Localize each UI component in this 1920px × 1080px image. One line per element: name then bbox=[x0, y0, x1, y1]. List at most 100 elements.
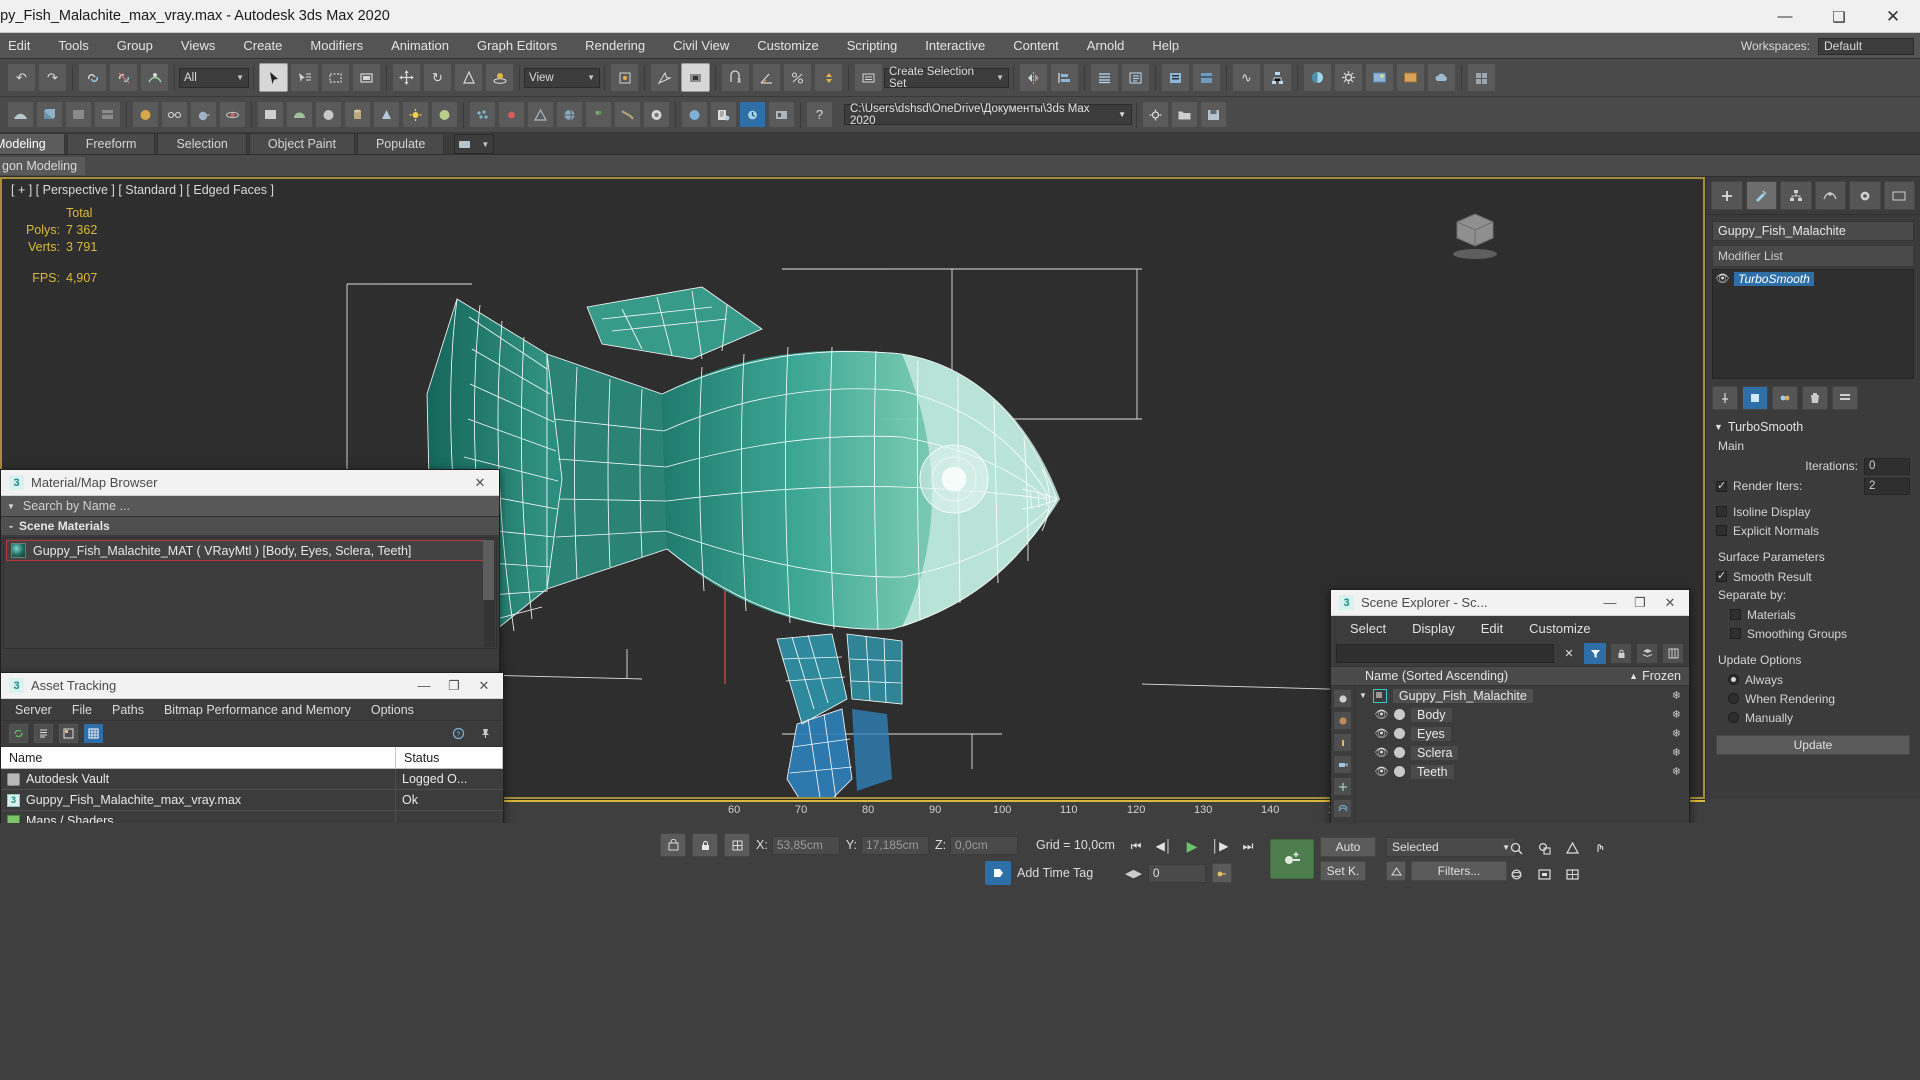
smooth-result-row[interactable]: Smooth Result bbox=[1716, 567, 1910, 586]
select-all-icon[interactable] bbox=[1333, 689, 1352, 708]
sphere-blue-icon[interactable] bbox=[681, 101, 708, 128]
render-in-cloud-button[interactable] bbox=[1427, 63, 1456, 92]
y-field[interactable]: 17,185cm bbox=[860, 835, 929, 855]
filter-icon[interactable] bbox=[1584, 642, 1606, 664]
cylinder-icon[interactable] bbox=[344, 101, 371, 128]
selection-lock-toggle[interactable] bbox=[660, 833, 686, 857]
tree-node-root[interactable]: ▼ Guppy_Fish_Malachite ❄ bbox=[1355, 686, 1689, 705]
menu-item-animation[interactable]: Animation bbox=[377, 33, 463, 59]
tree-node-child[interactable]: 👁 Body ❄ bbox=[1355, 705, 1689, 724]
select-and-manipulate-button[interactable] bbox=[650, 63, 679, 92]
close-icon[interactable]: ✕ bbox=[465, 470, 495, 495]
materials-checkbox[interactable] bbox=[1730, 609, 1741, 620]
make-unique-icon[interactable] bbox=[1772, 386, 1798, 410]
selection-filter-combo[interactable]: All ▼ bbox=[179, 67, 249, 88]
unlink-selection-button[interactable] bbox=[109, 63, 138, 92]
ribbon-options-combo[interactable]: ▼ bbox=[454, 134, 495, 154]
menu-item-server[interactable]: Server bbox=[5, 703, 62, 717]
column-header-name[interactable]: Name bbox=[1, 747, 396, 768]
time-tag-row[interactable]: Add Time Tag bbox=[985, 861, 1093, 885]
scene-materials-group-header[interactable]: - Scene Materials bbox=[1, 517, 499, 535]
frozen-snowflake-icon[interactable]: ❄ bbox=[1672, 727, 1681, 740]
manage-links-icon[interactable] bbox=[768, 101, 795, 128]
explicit-normals-checkbox[interactable] bbox=[1716, 525, 1727, 536]
table-row[interactable]: 3 Guppy_Fish_Malachite_max_vray.max Ok bbox=[1, 790, 503, 811]
node-name[interactable]: Body bbox=[1411, 707, 1452, 722]
sphere-green-icon[interactable] bbox=[431, 101, 458, 128]
minimize-icon[interactable]: — bbox=[409, 673, 439, 698]
select-helpers-icon[interactable] bbox=[1333, 777, 1352, 796]
layer-explorer-button[interactable] bbox=[1090, 63, 1119, 92]
close-icon[interactable]: ✕ bbox=[469, 673, 499, 698]
modifier-stack-item[interactable]: 👁 TurboSmooth bbox=[1713, 270, 1913, 287]
render-production-button[interactable] bbox=[1396, 63, 1425, 92]
menu-item-arnold[interactable]: Arnold bbox=[1073, 33, 1139, 59]
key-selection-combo[interactable]: Selected ▼ bbox=[1386, 837, 1516, 857]
update-always-radio[interactable] bbox=[1728, 674, 1739, 685]
column-header-status[interactable]: Status bbox=[396, 747, 503, 768]
menu-item-interactive[interactable]: Interactive bbox=[911, 33, 999, 59]
grid-view-icon[interactable] bbox=[84, 724, 103, 743]
update-manually-row[interactable]: Manually bbox=[1716, 708, 1910, 727]
select-by-name-button[interactable] bbox=[290, 63, 319, 92]
spinner-arrows-icon[interactable]: ◀▶ bbox=[1125, 867, 1142, 880]
next-frame-icon[interactable]: │▶ bbox=[1209, 835, 1231, 857]
z-field[interactable]: 0,0cm bbox=[950, 835, 1019, 855]
workspaces-combo[interactable]: Default bbox=[1818, 37, 1914, 55]
menu-item-display[interactable]: Display bbox=[1399, 621, 1468, 636]
ribbon-subtab-polygon-modeling[interactable]: gon Modeling bbox=[0, 156, 86, 175]
eye-icon[interactable]: 👁 bbox=[1375, 765, 1389, 778]
rope-icon[interactable] bbox=[614, 101, 641, 128]
smoothing-groups-checkbox[interactable] bbox=[1730, 628, 1741, 639]
scene-explorer-search-input[interactable] bbox=[1336, 643, 1554, 663]
minimize-icon[interactable]: — bbox=[1595, 590, 1625, 615]
ribbon-tab-selection[interactable]: Selection bbox=[157, 133, 247, 154]
select-and-rotate-button[interactable]: ↻ bbox=[423, 63, 452, 92]
particles-icon[interactable] bbox=[469, 101, 496, 128]
zoom-all-icon[interactable] bbox=[1533, 837, 1555, 859]
go-to-end-icon[interactable]: ⏭ bbox=[1237, 835, 1259, 857]
tree-node-child[interactable]: 👁 Teeth ❄ bbox=[1355, 762, 1689, 781]
spinner-snap-toggle-button[interactable] bbox=[814, 63, 843, 92]
menu-item-rendering[interactable]: Rendering bbox=[571, 33, 659, 59]
menu-item-file[interactable]: File bbox=[62, 703, 102, 717]
close-icon[interactable]: ✕ bbox=[1655, 590, 1685, 615]
scene-explorer-button[interactable] bbox=[1121, 63, 1150, 92]
select-and-link-button[interactable] bbox=[78, 63, 107, 92]
rollout-title-row[interactable]: ▼ TurboSmooth bbox=[1706, 417, 1920, 437]
remove-modifier-icon[interactable] bbox=[1802, 386, 1828, 410]
layer-list-icon[interactable] bbox=[1636, 642, 1658, 664]
modify-tab[interactable] bbox=[1745, 181, 1777, 210]
menu-item-select[interactable]: Select bbox=[1337, 621, 1399, 636]
edit-named-selection-sets-button[interactable] bbox=[854, 63, 883, 92]
select-and-move-button[interactable] bbox=[392, 63, 421, 92]
x-field[interactable]: 53,85cm bbox=[771, 835, 840, 855]
pivot-red-icon[interactable] bbox=[498, 101, 525, 128]
go-to-start-icon[interactable]: ⏮ bbox=[1125, 835, 1147, 857]
material-list[interactable]: Guppy_Fish_Malachite_MAT ( VRayMtl ) [Bo… bbox=[3, 537, 497, 649]
help-icon[interactable]: ? bbox=[449, 724, 468, 743]
globe-icon[interactable] bbox=[556, 101, 583, 128]
cone-icon[interactable] bbox=[373, 101, 400, 128]
menu-item-create[interactable]: Create bbox=[229, 33, 296, 59]
open-vray-toolbar-button[interactable] bbox=[1467, 63, 1496, 92]
zoom-extents-icon[interactable] bbox=[1533, 863, 1555, 885]
color-swatch-icon[interactable] bbox=[1394, 728, 1405, 739]
percent-snap-toggle-button[interactable] bbox=[783, 63, 812, 92]
material-browser-search-row[interactable]: ▼ Search by Name ... bbox=[1, 496, 499, 517]
absolute-relative-toggle[interactable] bbox=[724, 833, 750, 857]
maximize-icon[interactable]: ❐ bbox=[1625, 590, 1655, 615]
frozen-snowflake-icon[interactable]: ❄ bbox=[1672, 689, 1681, 702]
configure-sets-icon[interactable] bbox=[1832, 386, 1858, 410]
atom-icon[interactable] bbox=[219, 101, 246, 128]
select-and-place-button[interactable] bbox=[485, 63, 514, 92]
eye-icon[interactable]: 👁 bbox=[1716, 272, 1730, 285]
key-filters-icon[interactable] bbox=[1211, 863, 1232, 883]
scrollbar-thumb[interactable] bbox=[483, 540, 494, 600]
curve-editor-button[interactable]: ∿ bbox=[1232, 63, 1261, 92]
key-mode-toggle-icon[interactable] bbox=[1386, 861, 1406, 881]
close-icon[interactable]: ✕ bbox=[1866, 0, 1920, 33]
tree-node-child[interactable]: 👁 Eyes ❄ bbox=[1355, 724, 1689, 743]
angle-snap-toggle-button[interactable] bbox=[752, 63, 781, 92]
zoom-icon[interactable] bbox=[1505, 837, 1527, 859]
